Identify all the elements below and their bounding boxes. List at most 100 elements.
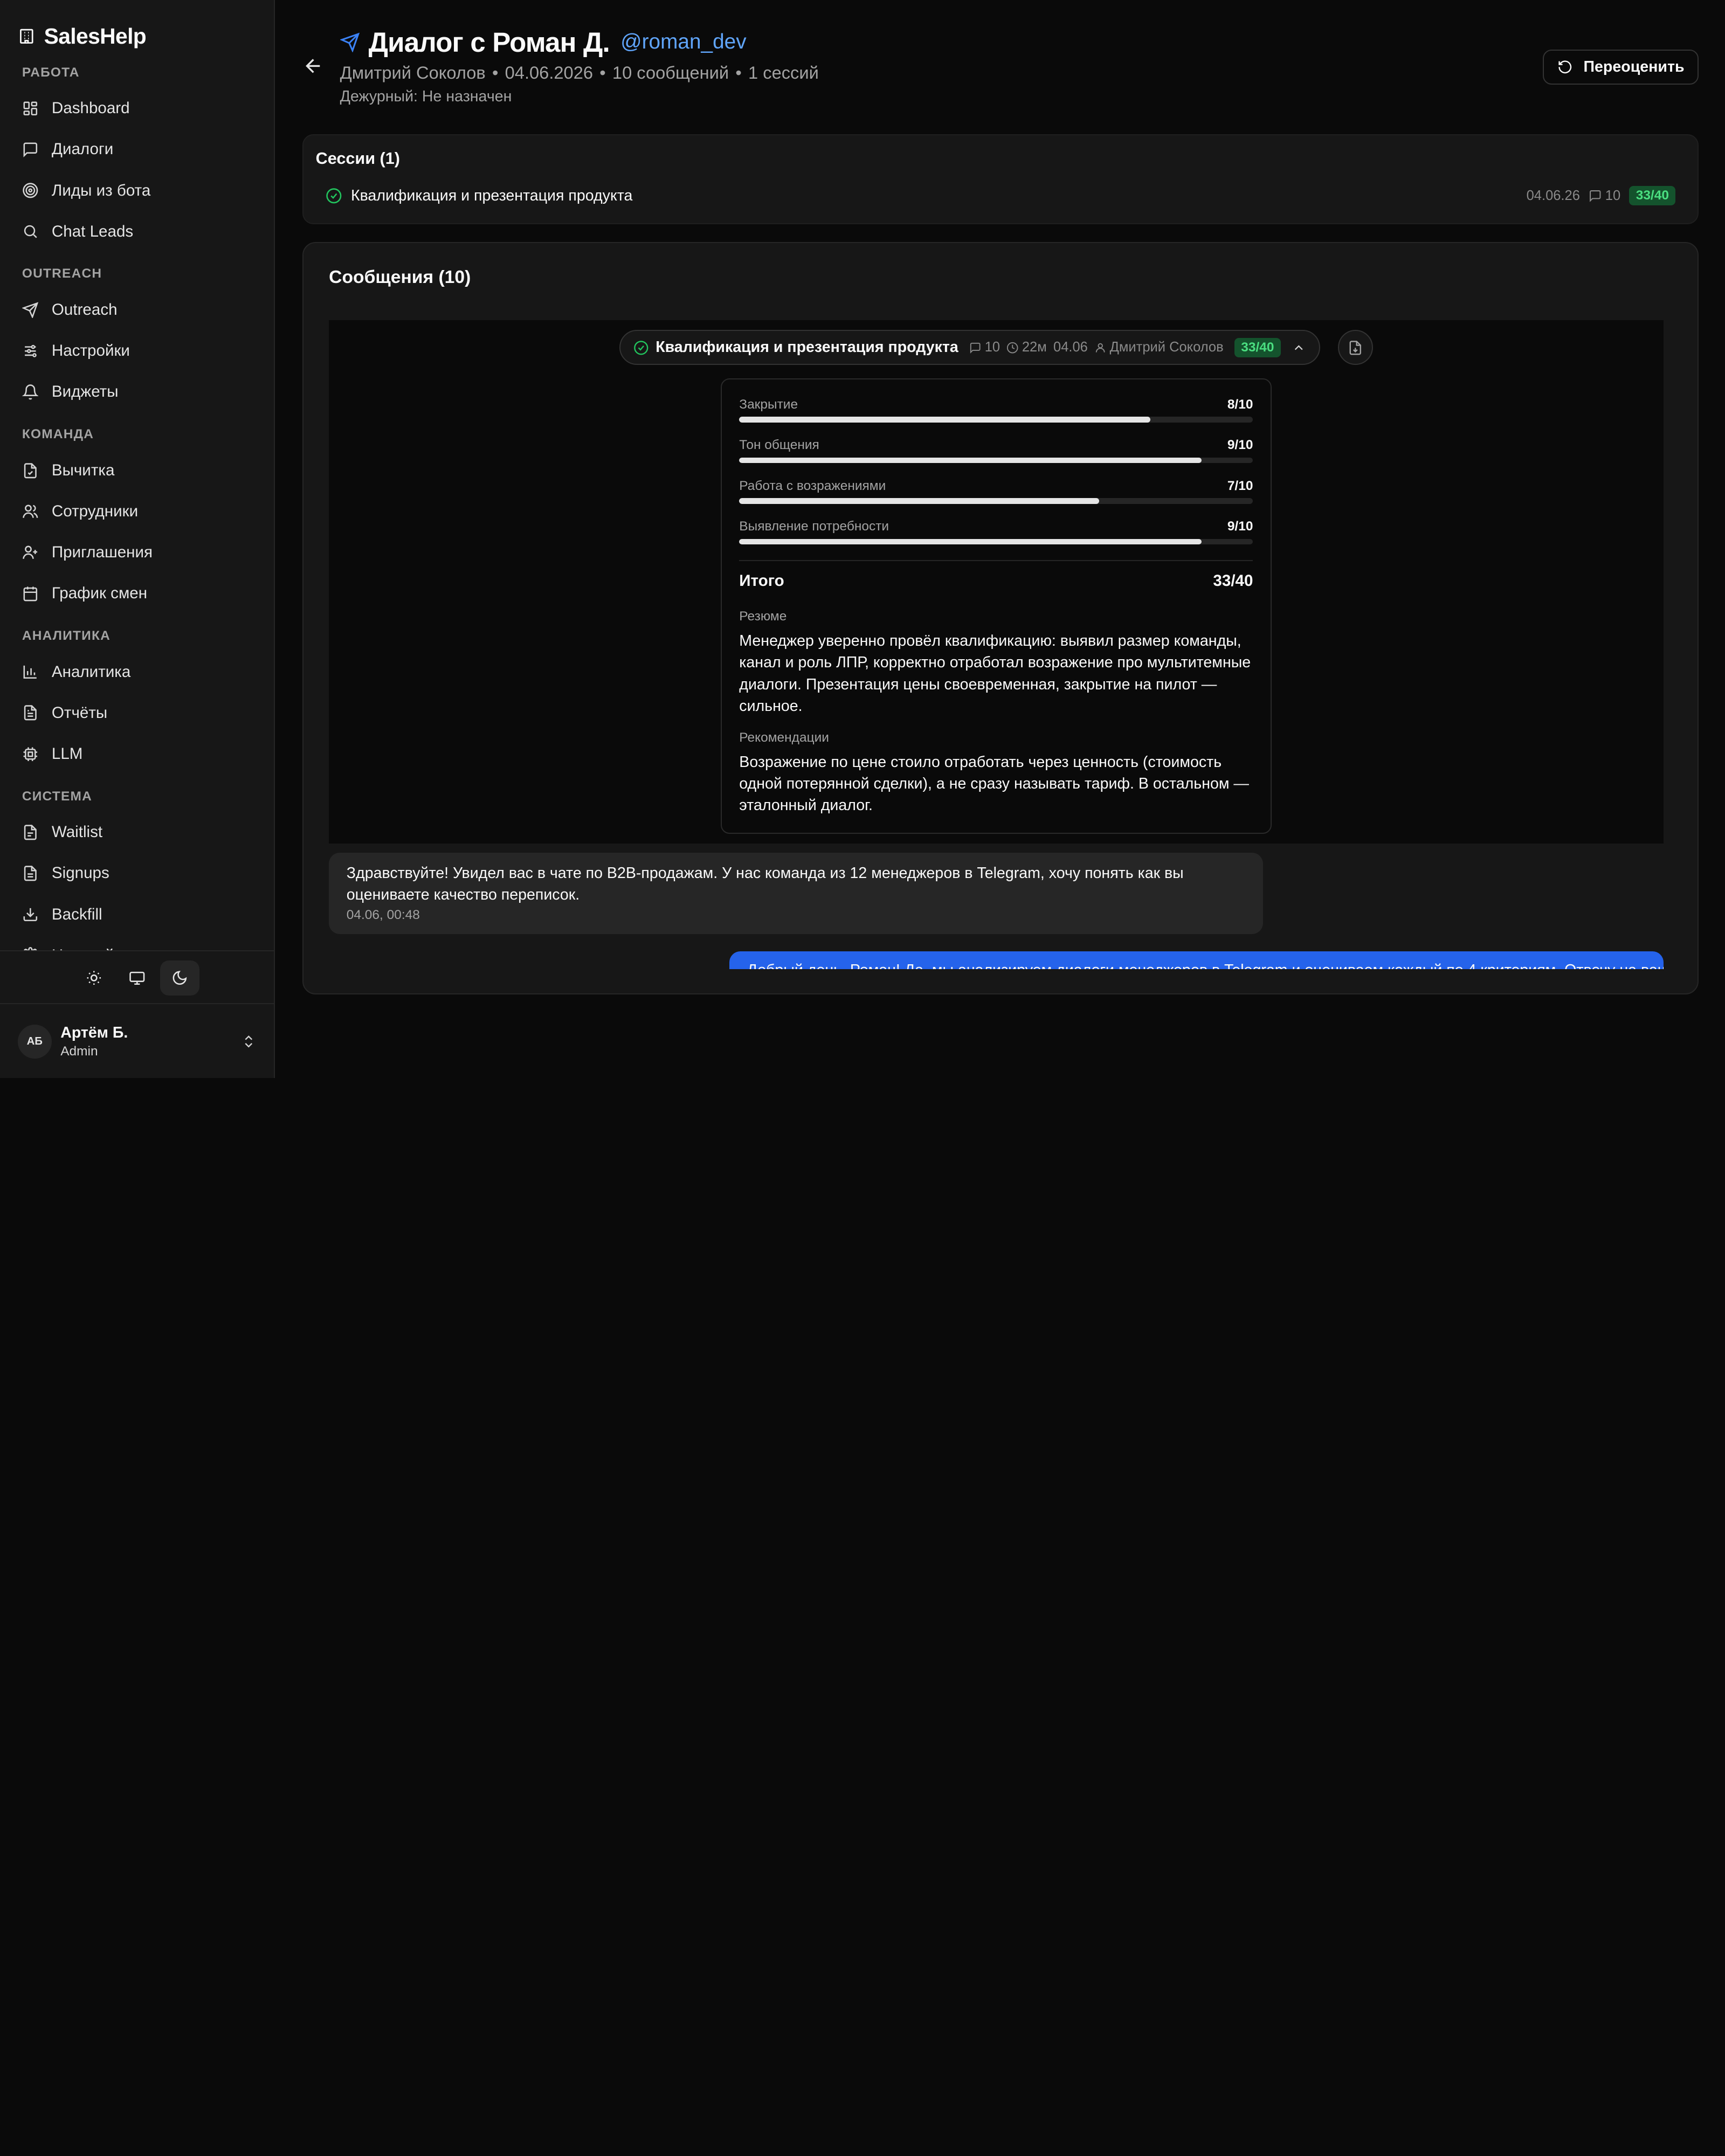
sidebar-item[interactable]: Отчёты <box>0 693 274 734</box>
brand-name: SalesHelp <box>44 23 147 49</box>
sidebar-item[interactable]: Chat Leads <box>0 211 274 252</box>
incoming-message: Здравствуйте! Увидел вас в чате по B2B-п… <box>329 852 1263 934</box>
brand[interactable]: SalesHelp <box>0 0 274 53</box>
sidebar-item[interactable]: LLM <box>0 734 274 775</box>
reevaluate-button[interactable]: Переоценить <box>1543 49 1699 85</box>
message-icon <box>970 342 981 354</box>
sidebar-item[interactable]: Сотрудники <box>0 491 274 532</box>
separator: • <box>735 63 742 83</box>
check-circle-icon <box>326 188 342 204</box>
summary-text: Менеджер уверенно провёл квалификацию: в… <box>739 632 1251 715</box>
title-row: Диалог с Роман Д. @roman_dev <box>340 26 747 58</box>
session-messages: 10 <box>1605 188 1621 203</box>
session-evaluation-block: Квалификация и презентация продукта 10 2… <box>329 320 1664 844</box>
sessions-card: Сессии (1) Квалификация и презентация пр… <box>302 134 1699 225</box>
session-row[interactable]: Квалификация и презентация продукта 04.0… <box>326 184 1676 208</box>
criterion-score: 7/10 <box>1227 478 1253 493</box>
message-text: Здравствуйте! Увидел вас в чате по B2B-п… <box>346 864 1184 904</box>
pill-manager: Дмитрий Соколов <box>1094 340 1224 355</box>
sidebar-item[interactable]: Signups <box>0 853 274 894</box>
export-pdf-button[interactable] <box>1337 330 1373 365</box>
sidebar-item-label: Аналитика <box>51 662 131 681</box>
pill-manager-name: Дмитрий Соколов <box>1109 340 1224 355</box>
sidebar-item-label: Backfill <box>51 905 102 923</box>
pill-messages-count: 10 <box>984 340 1000 355</box>
pill-session-name: Квалификация и презентация продукта <box>656 338 958 356</box>
criterion-objections: Работа с возражениями 7/10 <box>739 479 1253 512</box>
sidebar-item[interactable]: График смен <box>0 573 274 614</box>
chevrons-up-down-icon <box>245 1035 253 1048</box>
sidebar-item-label: Сотрудники <box>51 502 139 520</box>
bar-chart-icon <box>23 666 37 679</box>
sidebar-item[interactable]: Приглашения <box>0 532 274 573</box>
sidebar-item[interactable]: Аналитика <box>0 652 274 693</box>
user-plus-icon <box>23 545 37 559</box>
telegram-handle-link[interactable]: @roman_dev <box>620 30 746 54</box>
theme-system-button[interactable] <box>117 960 156 996</box>
criterion-bar-fill <box>739 498 1099 504</box>
sidebar-item[interactable]: Waitlist <box>0 812 274 853</box>
clipboard-list-icon <box>24 866 37 881</box>
user-menu[interactable]: АБ Артём Б. Admin <box>0 1004 274 1078</box>
criterion-bar <box>739 457 1253 464</box>
sidebar-item[interactable]: Диалоги <box>0 129 274 170</box>
theme-dark-button[interactable] <box>160 960 200 996</box>
recommendations-label: Рекомендации <box>739 730 829 745</box>
user-role: Admin <box>60 1044 98 1059</box>
file-check-icon <box>24 462 37 478</box>
criterion-label: Тон общения <box>739 438 819 453</box>
nav-group-label: СИСТЕМА <box>22 789 93 804</box>
sidebar-item-label: Waitlist <box>51 823 103 841</box>
pill-date: 04.06 <box>1053 340 1088 355</box>
sidebar: SalesHelp РАБОТА Dashboard Диалоги Лиды из … <box>0 0 275 1078</box>
check-circle-icon <box>634 340 648 355</box>
sidebar-footer: АБ Артём Б. Admin <box>0 950 274 1078</box>
sidebar-item-label: Отчёты <box>51 703 108 722</box>
sessions-count: 1 сессий <box>748 63 819 83</box>
file-export-icon <box>1349 340 1361 355</box>
telegram-send-icon <box>340 32 360 52</box>
criterion-label: Закрытие <box>739 397 798 412</box>
nav-group-label: OUTREACH <box>22 266 102 281</box>
criterion-label: Выявление потребности <box>739 519 889 534</box>
sidebar-item[interactable]: Лиды из бота <box>0 170 274 211</box>
sessions-title: Сессии (1) <box>315 149 400 168</box>
sidebar-item[interactable]: Виджеты <box>0 371 274 412</box>
sidebar-item[interactable]: Настройки <box>0 330 274 371</box>
separator: • <box>492 63 499 83</box>
sun-icon <box>87 971 101 985</box>
messages-title: Сообщения (10) <box>329 267 471 287</box>
target-icon <box>23 183 38 198</box>
criterion-score: 9/10 <box>1227 438 1253 453</box>
criterion-label: Работа с возражениями <box>739 478 886 493</box>
messages-scroll-area[interactable]: Квалификация и презентация продукта 10 2… <box>329 320 1664 969</box>
outgoing-message: Добрый день, Роман! Да, мы анализируем д… <box>729 951 1664 969</box>
sidebar-item[interactable]: Dashboard <box>0 88 274 129</box>
sidebar-item-label: Signups <box>51 864 109 882</box>
sidebar-item[interactable]: Вычитка <box>0 450 274 491</box>
theme-light-button[interactable] <box>74 960 114 996</box>
sidebar-item-label: Вычитка <box>51 461 115 479</box>
page-title: Диалог с Роман Д. <box>368 26 610 58</box>
sidebar-item-label: Dashboard <box>51 99 130 118</box>
app-root: SalesHelp РАБОТА Dashboard Диалоги Лиды из … <box>0 0 1725 1078</box>
sidebar-item-label: LLM <box>51 744 83 763</box>
chevron-up-icon[interactable] <box>1292 341 1306 355</box>
send-icon <box>22 302 38 319</box>
search-icon <box>24 225 37 239</box>
sidebar-item-label: Лиды из бота <box>51 181 151 199</box>
divider <box>739 559 1253 561</box>
pill-duration: 22м <box>1006 340 1047 355</box>
sidebar-item[interactable]: Backfill <box>0 894 274 935</box>
session-pill[interactable]: Квалификация и презентация продукта 10 2… <box>619 330 1321 365</box>
sidebar-item[interactable]: Настройки <box>0 935 274 951</box>
nav-group-label: РАБОТА <box>22 65 80 80</box>
cpu-icon <box>23 747 37 761</box>
session-score-badge: 33/40 <box>1629 186 1676 206</box>
sidebar-item-label: Диалоги <box>51 140 114 158</box>
page-header: Диалог с Роман Д. @roman_dev Дмитрий Сок… <box>275 0 1725 121</box>
back-arrow-icon[interactable] <box>302 55 325 77</box>
sidebar-item[interactable]: Outreach <box>0 289 274 330</box>
total-label: Итого <box>739 572 784 590</box>
summary-label: Резюме <box>739 609 787 624</box>
